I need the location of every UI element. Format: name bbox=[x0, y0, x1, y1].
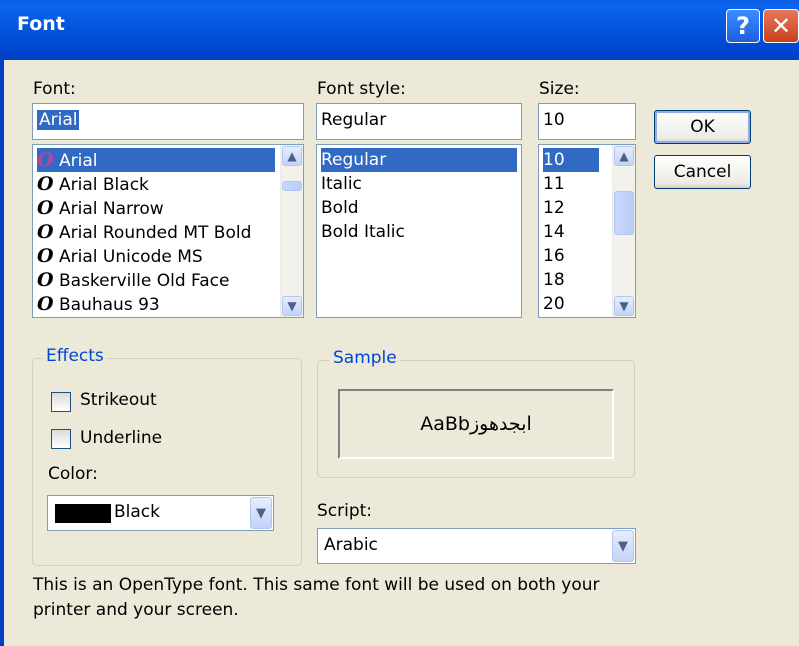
color-value: Black bbox=[114, 502, 160, 522]
list-item-label: 20 bbox=[543, 294, 565, 314]
strikeout-checkbox[interactable] bbox=[51, 392, 71, 412]
font-info-line-2: printer and your screen. bbox=[33, 600, 239, 620]
effects-legend: Effects bbox=[43, 346, 107, 366]
window-border bbox=[0, 60, 4, 646]
color-swatch bbox=[55, 504, 111, 523]
font-list[interactable]: O Bauhaus 93 O Baskerville Old Face O Arial U… bbox=[32, 144, 304, 318]
close-icon: ✕ bbox=[770, 12, 792, 40]
list-item[interactable]: 14 bbox=[543, 220, 599, 244]
ok-button[interactable]: OK bbox=[654, 110, 751, 144]
list-item-label: Arial bbox=[59, 151, 98, 171]
script-dropdown[interactable]: Arabic ▼ bbox=[317, 528, 636, 564]
font-name-input[interactable]: Arial bbox=[32, 103, 304, 140]
scroll-up-icon[interactable]: ▲ bbox=[614, 146, 634, 166]
font-label: Font: bbox=[33, 79, 76, 99]
sample-text: AaBbابجدهوز bbox=[420, 413, 532, 435]
cancel-button[interactable]: Cancel bbox=[654, 155, 751, 189]
list-item[interactable]: 10 bbox=[543, 148, 599, 172]
font-style-label: Font style: bbox=[317, 79, 406, 99]
list-item[interactable]: Bold bbox=[321, 196, 517, 220]
list-item-label: Arial Unicode MS bbox=[59, 247, 203, 267]
list-item[interactable]: O Arial Unicode MS bbox=[37, 244, 275, 268]
list-item[interactable]: 20 bbox=[543, 292, 599, 316]
dropdown-arrow-icon[interactable]: ▼ bbox=[250, 497, 272, 529]
sample-legend: Sample bbox=[330, 348, 400, 368]
opentype-font-icon: O bbox=[37, 173, 54, 195]
opentype-font-icon: O bbox=[37, 269, 54, 291]
size-label: Size: bbox=[539, 79, 580, 99]
effects-group bbox=[32, 358, 302, 566]
list-item-label: Italic bbox=[321, 174, 362, 194]
list-item-label: Arial Narrow bbox=[59, 199, 164, 219]
list-item-label: 16 bbox=[543, 246, 565, 266]
scroll-up-icon[interactable]: ▲ bbox=[282, 146, 302, 166]
list-item[interactable]: O Arial Narrow bbox=[37, 196, 275, 220]
color-label: Color: bbox=[48, 464, 98, 484]
opentype-font-icon: O bbox=[37, 197, 54, 219]
dropdown-arrow-icon[interactable]: ▼ bbox=[612, 530, 634, 562]
list-item-label: Bold Italic bbox=[321, 222, 405, 242]
title-bar[interactable] bbox=[0, 0, 799, 60]
list-item[interactable]: 11 bbox=[543, 172, 599, 196]
close-button[interactable]: ✕ bbox=[763, 9, 799, 43]
list-item-label: Regular bbox=[321, 150, 387, 170]
underline-checkbox[interactable] bbox=[51, 429, 71, 449]
list-item[interactable]: 16 bbox=[543, 244, 599, 268]
scroll-down-icon[interactable]: ▼ bbox=[282, 296, 302, 316]
size-list-scrollbar[interactable]: ▲ ▼ bbox=[612, 145, 635, 317]
scroll-thumb[interactable] bbox=[614, 191, 634, 235]
size-value: 10 bbox=[543, 110, 565, 130]
list-item-label: 11 bbox=[543, 174, 565, 194]
list-item[interactable]: O Arial bbox=[37, 148, 275, 172]
script-value: Arabic bbox=[324, 535, 378, 555]
help-icon: ? bbox=[736, 12, 750, 40]
opentype-font-icon: O bbox=[37, 221, 54, 243]
list-item-label: Bauhaus 93 bbox=[59, 295, 160, 315]
scroll-thumb[interactable] bbox=[282, 181, 302, 191]
list-item-label: Baskerville Old Face bbox=[59, 271, 230, 291]
list-item-label: 14 bbox=[543, 222, 565, 242]
window-title: Font bbox=[17, 13, 65, 35]
list-item-label: Arial Rounded MT Bold bbox=[59, 223, 252, 243]
font-list-scrollbar[interactable]: ▲ ▼ bbox=[280, 145, 303, 317]
list-item[interactable]: O Arial Black bbox=[37, 172, 275, 196]
list-item-label: 10 bbox=[543, 150, 565, 170]
list-item[interactable]: O Arial Rounded MT Bold bbox=[37, 220, 275, 244]
list-item[interactable]: Bold Italic bbox=[321, 220, 517, 244]
strikeout-label[interactable]: Strikeout bbox=[80, 390, 157, 410]
font-style-list[interactable]: Bold Italic Bold Italic Regular bbox=[316, 144, 522, 318]
size-input[interactable]: 10 bbox=[538, 103, 636, 140]
list-item-label: Bold bbox=[321, 198, 359, 218]
list-item[interactable]: O Baskerville Old Face bbox=[37, 268, 275, 292]
underline-label[interactable]: Underline bbox=[80, 428, 162, 448]
list-item[interactable]: 18 bbox=[543, 268, 599, 292]
scroll-down-icon[interactable]: ▼ bbox=[614, 296, 634, 316]
opentype-font-icon: O bbox=[37, 149, 54, 171]
opentype-font-icon: O bbox=[37, 293, 54, 315]
list-item[interactable]: Regular bbox=[321, 148, 517, 172]
script-label: Script: bbox=[317, 501, 373, 521]
font-name-value: Arial bbox=[37, 110, 80, 130]
list-item[interactable]: Italic bbox=[321, 172, 517, 196]
list-item[interactable]: O Bauhaus 93 bbox=[37, 292, 275, 316]
list-item-label: Arial Black bbox=[59, 175, 149, 195]
list-item-label: 18 bbox=[543, 270, 565, 290]
color-dropdown[interactable]: Black ▼ bbox=[47, 495, 274, 531]
list-item[interactable]: 12 bbox=[543, 196, 599, 220]
font-style-value: Regular bbox=[321, 110, 387, 130]
font-style-input[interactable]: Regular bbox=[316, 103, 522, 140]
opentype-font-icon: O bbox=[37, 245, 54, 267]
list-item-label: 12 bbox=[543, 198, 565, 218]
help-button[interactable]: ? bbox=[726, 9, 760, 43]
font-info-line-1: This is an OpenType font. This same font… bbox=[33, 575, 600, 595]
size-list[interactable]: 20 18 16 14 12 11 10 ▲ ▼ bbox=[538, 144, 636, 318]
sample-preview: AaBbابجدهوز bbox=[338, 389, 614, 459]
